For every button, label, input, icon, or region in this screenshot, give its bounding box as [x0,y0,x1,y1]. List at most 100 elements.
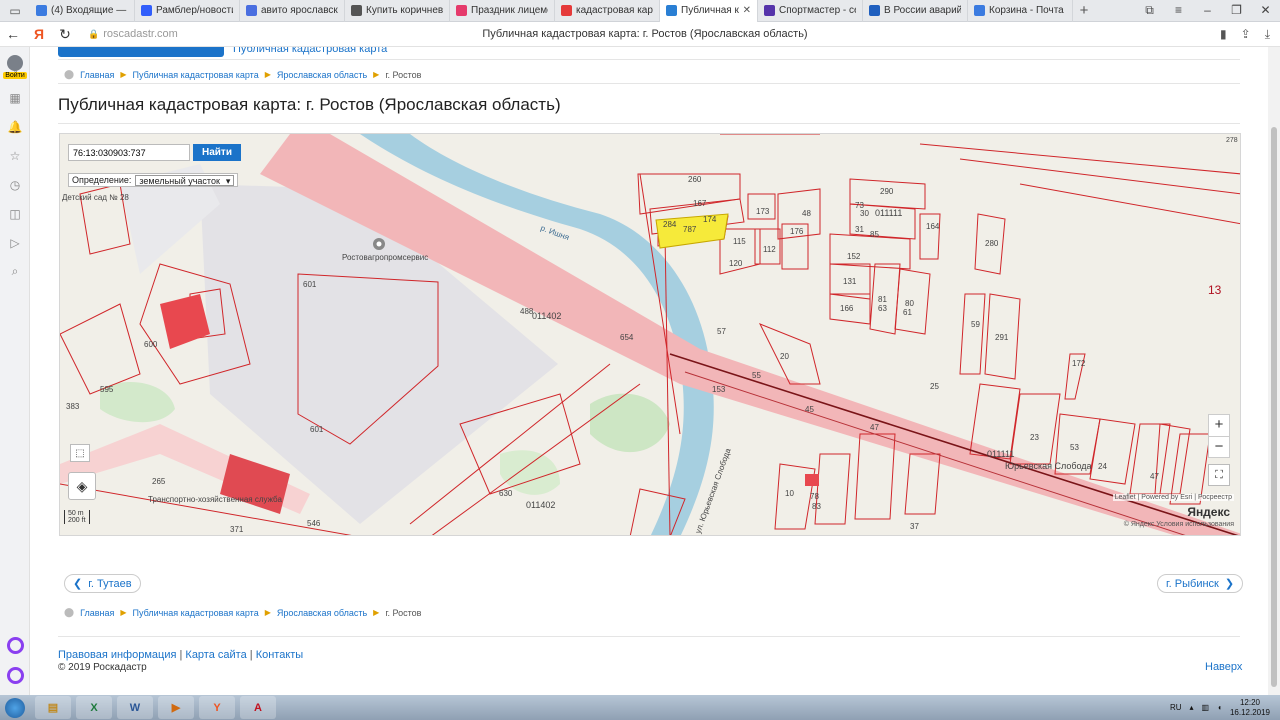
parcel-number: 30 [860,209,869,218]
next-city-label: г. Рыбинск [1166,577,1219,590]
network-icon[interactable]: ▥ [1202,703,1210,712]
select-area-icon[interactable]: ⬚ [70,444,90,462]
browser-tab[interactable]: В России аварийны [863,0,968,22]
browser-tab[interactable]: Спортмастер - сеть [758,0,863,22]
parcel-number: 595 [100,385,114,394]
new-tab-button[interactable]: + [1073,2,1095,19]
clock[interactable]: 12:20 16.12.2019 [1230,698,1270,718]
collections-icon[interactable]: ◫ [0,199,30,228]
tab-favicon-icon [456,5,467,16]
zoom-out-button[interactable]: − [1209,436,1229,457]
browser-tab[interactable]: (4) Входящие — Ра [30,0,135,22]
next-city-link[interactable]: г. Рыбинск ❯ [1157,574,1244,593]
parcel-number: 20 [780,352,789,361]
browser-tab[interactable]: Рамблер/новости, л [135,0,240,22]
parcel-number: 47 [1150,472,1159,481]
video-icon[interactable]: ▷ [0,228,30,257]
parcel-number: 59 [971,320,980,329]
parcel-number: 280 [985,239,999,248]
parcel-number: 10 [785,489,794,498]
footer-link-sitemap[interactable]: Карта сайта [185,649,246,661]
parcel-number: 787 [683,225,697,234]
quarter-label-2: 011402 [526,500,555,510]
footer-link-legal[interactable]: Правовая информация [58,649,176,661]
parcel-number: 83 [812,502,821,511]
browser-tab[interactable]: кадастровая карта [555,0,660,22]
notifications-bell-icon[interactable]: 🔔 [0,112,30,141]
excel-icon[interactable]: X [76,696,112,719]
browser-tab-bar: ▭ (4) Входящие — Ра Рамблер/новости, л ави… [0,0,1280,22]
prev-city-link[interactable]: ❮ г. Тутаев [64,574,141,593]
yandex-terms[interactable]: © Яндекс Условия использования [1124,521,1234,528]
parcel-number: 546 [307,519,321,528]
parcel-number: 120 [729,259,743,268]
alice-assistant-icon[interactable] [7,667,24,684]
divider [58,636,1240,637]
fullscreen-icon[interactable]: ⛶ [1208,464,1230,486]
breadcrumb-map[interactable]: Публичная кадастровая карта [133,70,259,80]
tabs-menu-icon[interactable]: ▭ [0,0,30,22]
browser-tab[interactable]: Купить коричневый [345,0,450,22]
login-button[interactable]: Войти [0,51,30,83]
pdf-reader-icon[interactable]: A [240,696,276,719]
parcel-number: 85 [870,230,879,239]
tray-arrow-icon[interactable]: ▴ [1190,703,1194,712]
messenger-icon[interactable] [7,637,24,654]
page-title: Публичная кадастровая карта: г. Ростов (… [58,95,561,114]
breadcrumb-map[interactable]: Публичная кадастровая карта [133,608,259,618]
cadastral-search-input[interactable] [68,144,190,161]
yandex-browser-icon[interactable]: Y [199,696,235,719]
browser-tab[interactable]: Публичная кадас ✕ [660,0,758,22]
windows-logo-icon [5,697,25,718]
minimize-button[interactable]: – [1193,3,1222,18]
map-canvas[interactable]: р. Ишня Ростовагропромсервис Детский сад… [60,134,1241,536]
breadcrumb-region[interactable]: Ярославская область [277,608,367,618]
definition-select[interactable]: земельный участок ▾ [135,174,235,186]
zoom-in-button[interactable]: + [1209,415,1229,436]
browser-tab[interactable]: авито ярославская [240,0,345,22]
language-indicator[interactable]: RU [1170,703,1182,712]
breadcrumb-home[interactable]: Главная [80,70,114,80]
breadcrumb-home[interactable]: Главная [80,608,114,618]
top-link[interactable]: Публичная кадастровая карта [233,47,387,55]
tab-favicon-icon [666,5,677,16]
media-player-icon[interactable]: ▶ [158,696,194,719]
close-window-button[interactable]: ✕ [1251,3,1280,18]
bookmarks-panel-icon[interactable]: ⧉ [1135,3,1164,18]
windows-taskbar: ▤ X W ▶ Y A RU ▴ ▥ ◖ 12:20 16.12.2019 [0,695,1280,720]
address-page-title: Публичная кадастровая карта: г. Ростов (… [482,28,808,40]
top-cadastral-button[interactable] [58,47,224,57]
layers-icon[interactable]: ◈ [68,472,96,500]
transport-label: Транспортно-хозяйственная служба [148,495,282,504]
screenshot-icon[interactable]: ⌕ [0,257,30,286]
browser-tab[interactable]: Праздник лицемер [450,0,555,22]
explorer-icon[interactable]: ▤ [35,696,71,719]
word-icon[interactable]: W [117,696,153,719]
star-icon[interactable]: ☆ [0,141,30,170]
tab-favicon-icon [351,5,362,16]
footer-link-contacts[interactable]: Контакты [256,649,304,661]
parcel-number: 53 [1070,443,1079,452]
volume-icon[interactable]: ◖ [1217,703,1222,712]
search-button[interactable]: Найти [193,144,241,161]
restore-button[interactable]: ❐ [1222,3,1251,18]
breadcrumb-region[interactable]: Ярославская область [277,70,367,80]
cadastral-map[interactable]: р. Ишня Ростовагропромсервис Детский сад… [59,133,1241,536]
back-to-top-link[interactable]: Наверх [1205,661,1242,673]
browser-tab[interactable]: Корзина - Почта М [968,0,1073,22]
close-tab-icon[interactable]: ✕ [743,5,751,16]
parcel-number: 173 [756,207,770,216]
start-button[interactable] [0,695,30,720]
tab-favicon-icon [764,5,775,16]
parcel-number: 55 [752,371,761,380]
tab-favicon-icon [246,5,257,16]
map-attribution[interactable]: Leaflet | Powered by Esri | Росреестр [1112,494,1234,501]
apps-grid-icon[interactable]: ▦ [0,83,30,112]
tab-title: Публичная кадас [681,5,739,16]
system-tray: RU ▴ ▥ ◖ 12:20 16.12.2019 [1170,698,1280,718]
parcel-number: 23 [1030,433,1039,442]
scrollbar-thumb[interactable] [1271,127,1277,687]
history-clock-icon[interactable]: ◷ [0,170,30,199]
browser-menu-icon[interactable]: ≡ [1164,3,1193,18]
page-scrollbar[interactable] [1268,47,1280,695]
